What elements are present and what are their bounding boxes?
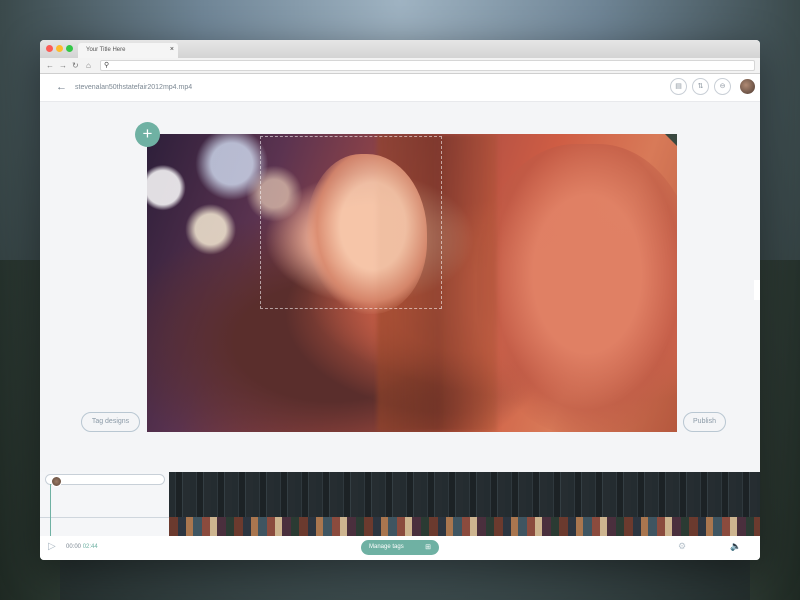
minimize-window-button[interactable]	[56, 45, 63, 52]
embed-icon[interactable]: ⊖	[714, 78, 731, 95]
reload-icon[interactable]: ↻	[72, 61, 79, 71]
video-background-person	[477, 144, 677, 432]
play-icon[interactable]: ▷	[48, 541, 56, 552]
add-tag-button[interactable]: +	[135, 122, 160, 147]
browser-tab-bar: Your Title Here ×	[40, 40, 760, 58]
manage-tags-button[interactable]: Manage tags ⊞	[361, 540, 439, 555]
browser-forward-icon[interactable]: →	[59, 61, 67, 71]
timeline-track-area	[40, 472, 169, 536]
playhead[interactable]	[50, 484, 51, 536]
video-stage: + Tag designs Publish	[40, 102, 760, 472]
video-frame[interactable]	[147, 134, 677, 432]
timeline-scrubber[interactable]	[45, 474, 165, 487]
browser-window: Your Title Here × ← → ↻ ⌂ ⚲ ← stevenalan…	[40, 40, 760, 560]
manage-tags-label: Manage tags	[369, 544, 404, 550]
user-avatar[interactable]	[740, 79, 755, 94]
time-display: 00:00 02:44	[66, 544, 98, 550]
timeline-thumbnails[interactable]	[169, 517, 760, 536]
home-icon[interactable]: ⌂	[86, 61, 91, 71]
tab-title: Your Title Here	[86, 47, 126, 53]
tab-close-icon[interactable]: ×	[170, 46, 174, 53]
publish-button[interactable]: Publish	[683, 412, 726, 432]
scrubber-thumb[interactable]	[51, 476, 62, 487]
arrow-left-icon[interactable]: ←	[56, 81, 67, 93]
video-filename: stevenalan50thstatefair2012mp4.mp4	[75, 84, 193, 91]
browser-back-icon[interactable]: ←	[46, 61, 54, 71]
address-bar: ← → ↻ ⌂ ⚲	[40, 58, 760, 74]
video-corner-fold	[665, 134, 677, 146]
timeline	[40, 472, 760, 536]
sort-icon[interactable]: ⇅	[692, 78, 709, 95]
timeline-frame-strip[interactable]	[169, 472, 760, 517]
duration: 02:44	[82, 544, 98, 550]
search-icon: ⚲	[104, 62, 110, 69]
browser-tab[interactable]: Your Title Here ×	[78, 43, 178, 58]
maximize-window-button[interactable]	[66, 45, 73, 52]
tag-selection-box[interactable]	[260, 136, 442, 309]
url-input[interactable]: ⚲	[100, 60, 755, 71]
bar-chart-icon[interactable]: ▤	[670, 78, 687, 95]
side-panel-handle[interactable]	[754, 280, 760, 300]
timeline-divider	[40, 517, 169, 518]
tag-designs-button[interactable]: Tag designs	[81, 412, 140, 432]
close-window-button[interactable]	[46, 45, 53, 52]
volume-icon[interactable]: 🔈	[730, 541, 741, 552]
current-time: 00:00	[66, 544, 82, 550]
player-controls: ▷ 00:00 02:44 Manage tags ⊞ ⚙ 🔈	[40, 536, 760, 560]
grid-icon: ⊞	[425, 544, 431, 551]
app-header: ← stevenalan50thstatefair2012mp4.mp4 ▤ ⇅…	[40, 74, 760, 102]
settings-icon[interactable]: ⚙	[678, 541, 686, 552]
